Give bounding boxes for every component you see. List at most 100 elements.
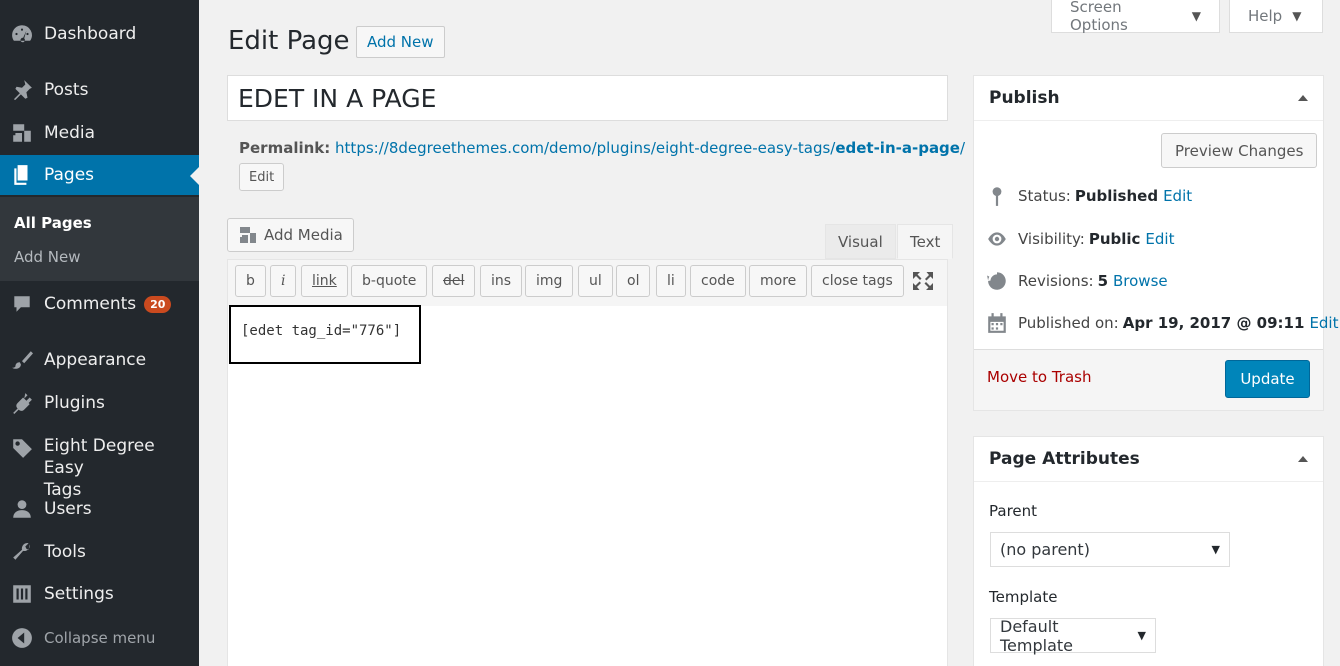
menu-eight-degree-line1: Eight Degree Easy <box>43 436 155 478</box>
select-caret-icon: ▼ <box>1137 629 1146 642</box>
add-media-button[interactable]: Add Media <box>227 218 354 252</box>
menu-media[interactable]: Media <box>0 113 199 153</box>
move-to-trash-link[interactable]: Move to Trash <box>987 368 1091 386</box>
collapse-triangle-icon <box>1298 456 1308 462</box>
tab-visual[interactable]: Visual <box>825 224 896 259</box>
fullscreen-icon[interactable] <box>910 270 936 292</box>
comments-count-badge: 20 <box>144 295 172 313</box>
menu-settings-label: Settings <box>44 584 114 604</box>
help-label: Help <box>1248 7 1283 25</box>
menu-users[interactable]: Users <box>0 489 199 529</box>
publish-box-header[interactable]: Publish <box>974 76 1323 121</box>
qt-link-button[interactable]: link <box>301 265 348 297</box>
qt-ins-button[interactable]: ins <box>480 265 523 297</box>
menu-dashboard[interactable]: Dashboard <box>0 14 199 54</box>
revisions-row: Revisions: 5 Browse <box>986 270 1168 292</box>
menu-tools[interactable]: Tools <box>0 532 199 572</box>
admin-sidebar: Dashboard Posts Media Pages All Pages Ad… <box>0 0 199 666</box>
tab-text[interactable]: Text <box>897 224 954 259</box>
qt-code-button[interactable]: code <box>690 265 746 297</box>
calendar-icon <box>988 313 1006 333</box>
page-attributes-title: Page Attributes <box>989 449 1140 469</box>
menu-comments[interactable]: Comments 20 <box>0 284 199 324</box>
revisions-value: 5 <box>1097 272 1108 290</box>
brush-icon <box>0 349 44 371</box>
menu-media-label: Media <box>44 123 96 143</box>
menu-posts-label: Posts <box>44 80 89 100</box>
permalink-end: / <box>959 139 966 157</box>
page-title: Edit Page <box>228 26 350 56</box>
visibility-value: Public <box>1088 230 1141 248</box>
wrench-icon <box>0 541 44 563</box>
visibility-label: Visibility: <box>1018 230 1085 248</box>
menu-dashboard-label: Dashboard <box>44 24 137 44</box>
menu-appearance[interactable]: Appearance <box>0 340 199 380</box>
dashboard-icon <box>0 23 44 45</box>
menu-plugins[interactable]: Plugins <box>0 383 199 423</box>
menu-posts[interactable]: Posts <box>0 70 199 110</box>
submenu-all-pages[interactable]: All Pages <box>14 214 92 232</box>
media-icon <box>0 122 44 144</box>
visibility-row: Visibility: Public Edit <box>986 228 1174 250</box>
collapse-arrow-icon <box>0 627 44 649</box>
screen-options-label: Screen Options <box>1070 0 1128 34</box>
status-label: Status: <box>1018 187 1071 205</box>
published-on-value: Apr 19, 2017 @ 09:11 <box>1122 314 1305 332</box>
menu-appearance-label: Appearance <box>44 350 147 370</box>
comment-icon <box>0 293 44 315</box>
qt-li-button[interactable]: li <box>656 265 686 297</box>
pin-icon <box>0 79 44 101</box>
menu-pages[interactable]: Pages <box>0 155 199 195</box>
browse-revisions-link[interactable]: Browse <box>1113 272 1168 290</box>
parent-label: Parent <box>989 502 1038 520</box>
qt-img-button[interactable]: img <box>525 265 574 297</box>
caret-down-icon: ▼ <box>1191 9 1201 23</box>
update-button[interactable]: Update <box>1225 360 1310 398</box>
collapse-menu[interactable]: Collapse menu <box>0 618 199 658</box>
preview-changes-button[interactable]: Preview Changes <box>1161 133 1318 168</box>
select-caret-icon: ▼ <box>1211 543 1220 556</box>
plug-icon <box>0 392 44 414</box>
published-on-row: Published on: Apr 19, 2017 @ 09:11 Edit <box>986 312 1339 334</box>
publish-title: Publish <box>989 88 1060 108</box>
editor-content: [edet tag_id="776"] <box>229 305 421 364</box>
qt-bquote-button[interactable]: b-quote <box>351 265 428 297</box>
permalink-link[interactable]: https://8degreethemes.com/demo/plugins/e… <box>335 139 965 157</box>
parent-select-value: (no parent) <box>1000 540 1090 559</box>
qt-del-button[interactable]: del <box>432 265 476 297</box>
qt-ol-button[interactable]: ol <box>616 265 651 297</box>
permalink-slug: edet-in-a-page <box>835 139 960 157</box>
menu-settings[interactable]: Settings <box>0 574 199 614</box>
qt-italic-button[interactable]: i <box>270 265 297 297</box>
pages-icon <box>0 164 44 186</box>
status-value: Published <box>1074 187 1159 205</box>
template-select[interactable]: Default Template ▼ <box>990 617 1156 655</box>
post-title-input[interactable]: EDET IN A PAGE <box>227 75 948 121</box>
help-tab[interactable]: Help ▼ <box>1229 0 1323 33</box>
add-new-button[interactable]: Add New <box>356 26 445 58</box>
edit-permalink-button[interactable]: Edit <box>239 163 285 191</box>
published-on-edit-link[interactable]: Edit <box>1309 314 1338 332</box>
qt-more-button[interactable]: more <box>749 265 808 297</box>
visibility-edit-link[interactable]: Edit <box>1145 230 1174 248</box>
status-edit-link[interactable]: Edit <box>1163 187 1192 205</box>
menu-plugins-label: Plugins <box>44 393 105 413</box>
caret-down-icon: ▼ <box>1292 9 1302 23</box>
revisions-label: Revisions: <box>1018 272 1094 290</box>
submenu-add-new[interactable]: Add New <box>14 248 81 266</box>
menu-comments-label: Comments <box>44 294 137 314</box>
screen-options-tab[interactable]: Screen Options ▼ <box>1051 0 1220 34</box>
tag-icon <box>0 435 44 459</box>
qt-bold-button[interactable]: b <box>235 265 266 297</box>
page-attributes-header[interactable]: Page Attributes <box>974 437 1323 482</box>
collapse-menu-label: Collapse menu <box>44 629 156 647</box>
qt-ul-button[interactable]: ul <box>578 265 613 297</box>
published-on-label: Published on: <box>1018 314 1119 332</box>
status-row: Status: Published Edit <box>986 185 1192 207</box>
permalink: Permalink: https://8degreethemes.com/dem… <box>239 139 965 157</box>
menu-eight-degree-easy-tags[interactable]: Eight Degree Easy Tags <box>0 435 199 500</box>
template-label: Template <box>989 588 1058 606</box>
qt-close-tags-button[interactable]: close tags <box>811 265 904 297</box>
permalink-base: https://8degreethemes.com/demo/plugins/e… <box>335 139 836 157</box>
parent-select[interactable]: (no parent) ▼ <box>990 532 1230 567</box>
